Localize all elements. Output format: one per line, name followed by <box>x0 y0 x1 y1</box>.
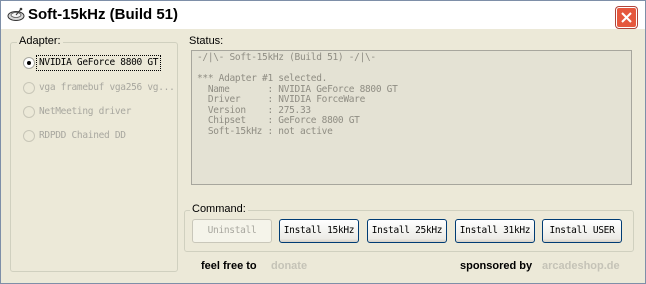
install-user-button[interactable]: Install USER <box>542 219 622 243</box>
adapter-option-label: vga framebuf vga256 vg... <box>39 82 175 93</box>
radio-button[interactable] <box>23 106 35 118</box>
adapter-option-nvidia[interactable]: NVIDIA GeForce 8800 GT <box>23 55 183 71</box>
sponsor-link[interactable]: arcadeshop.de <box>542 260 620 272</box>
donate-link[interactable]: donate <box>271 260 307 272</box>
adapter-option-label: RDPDD Chained DD <box>39 130 126 141</box>
status-label: Status: <box>189 35 224 47</box>
radio-button[interactable] <box>23 130 35 142</box>
adapter-group: Adapter: <box>10 35 178 272</box>
adapter-option-label: NetMeeting driver <box>39 106 132 117</box>
satellite-dish-icon <box>7 7 25 23</box>
status-line: Driver : NVIDIA ForceWare <box>197 94 366 105</box>
status-log: -/|\- Soft-15kHz (Build 51) -/|\- *** Ad… <box>191 50 632 185</box>
radio-button[interactable] <box>23 57 35 69</box>
adapter-option-netmeeting[interactable]: NetMeeting driver <box>23 105 183 119</box>
radio-button[interactable] <box>23 82 35 94</box>
status-line: *** Adapter #1 selected. <box>197 73 328 84</box>
close-icon <box>621 12 632 23</box>
command-group-label: Command: <box>190 203 248 215</box>
close-button[interactable] <box>616 7 637 28</box>
adapter-option-label: NVIDIA GeForce 8800 GT <box>35 55 162 71</box>
status-line: Chipset : GeForce 8800 GT <box>197 115 360 126</box>
title-bar[interactable]: Soft-15kHz (Build 51) <box>1 1 645 29</box>
install-25khz-button[interactable]: Install 25kHz <box>367 219 447 243</box>
adapter-group-label: Adapter: <box>17 35 63 47</box>
window-title: Soft-15kHz (Build 51) <box>28 6 179 23</box>
main-window: Soft-15kHz (Build 51) Adapter: NVIDIA Ge… <box>0 0 646 284</box>
adapter-option-rdpdd[interactable]: RDPDD Chained DD <box>23 129 183 143</box>
install-31khz-button[interactable]: Install 31kHz <box>455 219 535 243</box>
adapter-option-vga-framebuf[interactable]: vga framebuf vga256 vg... <box>23 81 183 95</box>
install-15khz-button[interactable]: Install 15kHz <box>279 219 359 243</box>
footer-sponsor-text: sponsored by <box>460 260 533 272</box>
status-line: Soft-15kHz : not active <box>197 125 333 137</box>
footer-free-text: feel free to <box>201 260 257 272</box>
uninstall-button[interactable]: Uninstall <box>192 219 272 243</box>
status-line: -/|\- Soft-15kHz (Build 51) -/|\- <box>197 52 376 63</box>
